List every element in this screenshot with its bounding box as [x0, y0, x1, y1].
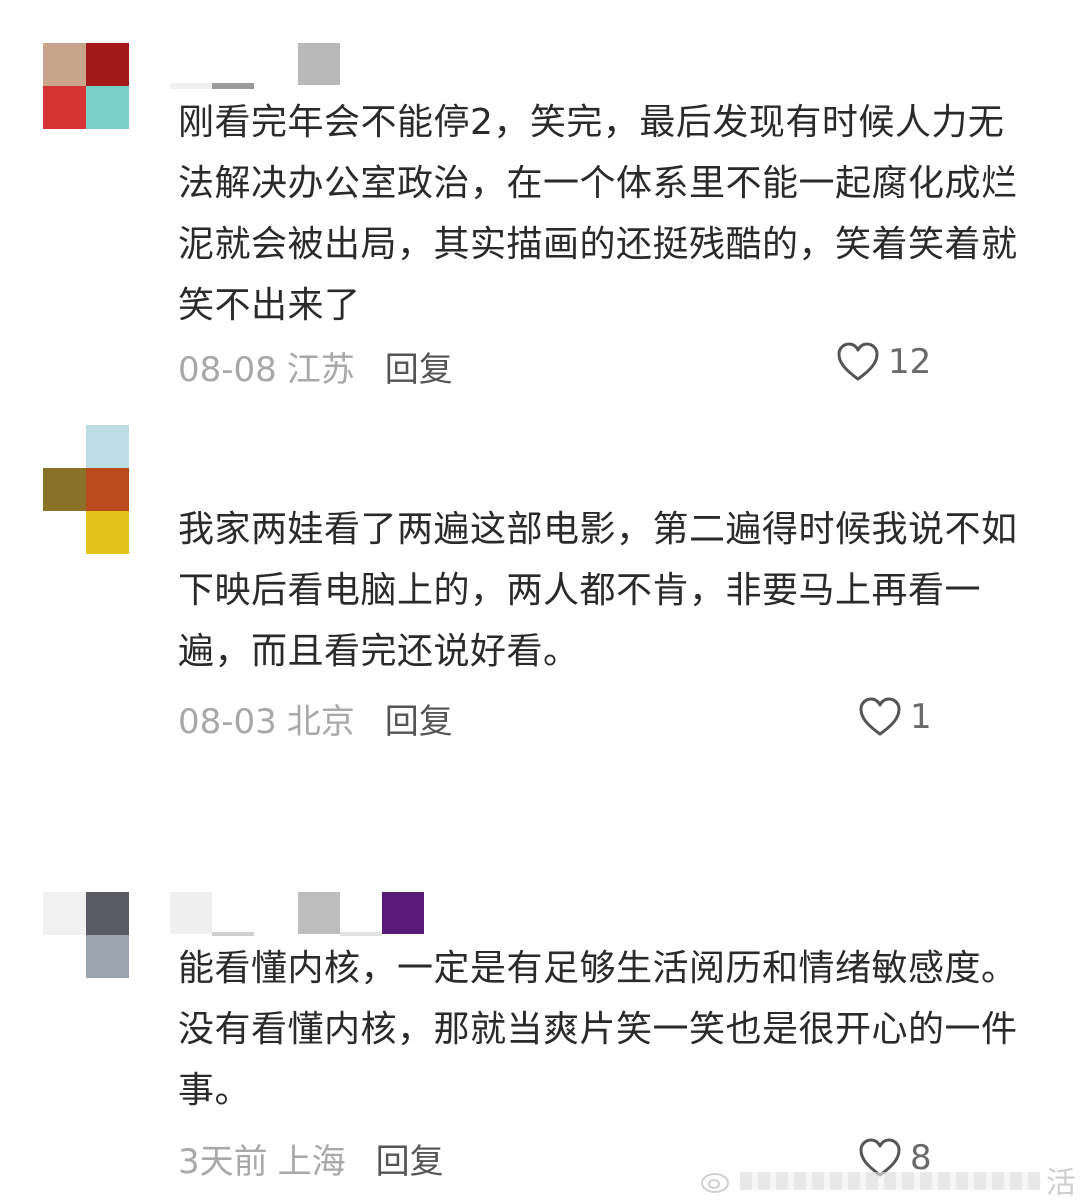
- avatar-pixel: [86, 468, 129, 511]
- comment-date: 08-03: [178, 702, 277, 742]
- comment-region: 上海: [277, 1142, 346, 1182]
- watermark-char: 活: [1046, 1166, 1076, 1201]
- username-pixel: [298, 892, 340, 934]
- username-pixel: [170, 83, 212, 89]
- watermark: [700, 1160, 1080, 1204]
- watermark-text-redacted: [740, 1172, 1040, 1190]
- avatar-pixel: [86, 935, 129, 978]
- comment-date: 08-08: [178, 350, 277, 390]
- weibo-logo-icon: [700, 1166, 732, 1194]
- comment-meta: 08-08 江苏 回复: [178, 342, 453, 391]
- avatar[interactable]: [43, 43, 129, 129]
- avatar-pixel: [86, 43, 129, 86]
- heart-icon: [858, 697, 902, 737]
- avatar-pixel: [43, 43, 86, 86]
- avatar[interactable]: [43, 892, 129, 978]
- avatar[interactable]: [43, 425, 129, 554]
- comment-text: 能看懂内核，一定是有足够生活阅历和情绪敏感度。没有看懂内核，那就当爽片笑一笑也是…: [178, 948, 1018, 1111]
- comment-region: 江苏: [286, 350, 355, 390]
- comment-meta: 3天前 上海 回复: [178, 1134, 444, 1183]
- username-pixel: [298, 43, 340, 85]
- like-button[interactable]: 1: [858, 697, 932, 737]
- username-pixel: [340, 932, 382, 936]
- username-redacted[interactable]: [170, 43, 470, 89]
- avatar-pixel: [86, 425, 129, 468]
- username-redacted[interactable]: [170, 892, 430, 936]
- comment-date: 3天前: [178, 1142, 268, 1182]
- avatar-pixel: [43, 86, 86, 129]
- reply-button[interactable]: 回复: [385, 702, 453, 742]
- avatar-pixel: [43, 468, 86, 511]
- username-pixel: [382, 892, 424, 934]
- comment-text: 刚看完年会不能停2，笑完，最后发现有时候人力无法解决办公室政治，在一个体系里不能…: [178, 102, 1018, 326]
- like-count: 12: [888, 342, 932, 382]
- reply-button[interactable]: 回复: [385, 350, 453, 390]
- comment-region: 北京: [286, 702, 355, 742]
- avatar-pixel: [86, 511, 129, 554]
- username-pixel: [170, 892, 212, 934]
- username-pixel: [212, 83, 254, 89]
- avatar-pixel: [43, 892, 86, 935]
- heart-icon: [836, 342, 880, 382]
- avatar-pixel: [86, 892, 129, 935]
- comment-text: 我家两娃看了两遍这部电影，第二遍得时候我说不如下映后看电脑上的，两人都不肯，非要…: [178, 509, 1018, 672]
- avatar-pixel: [86, 86, 129, 129]
- username-pixel: [212, 932, 254, 936]
- like-count: 1: [910, 697, 932, 737]
- comment-meta: 08-03 北京 回复: [178, 694, 453, 743]
- like-button[interactable]: 12: [836, 342, 931, 382]
- reply-button[interactable]: 回复: [376, 1142, 444, 1182]
